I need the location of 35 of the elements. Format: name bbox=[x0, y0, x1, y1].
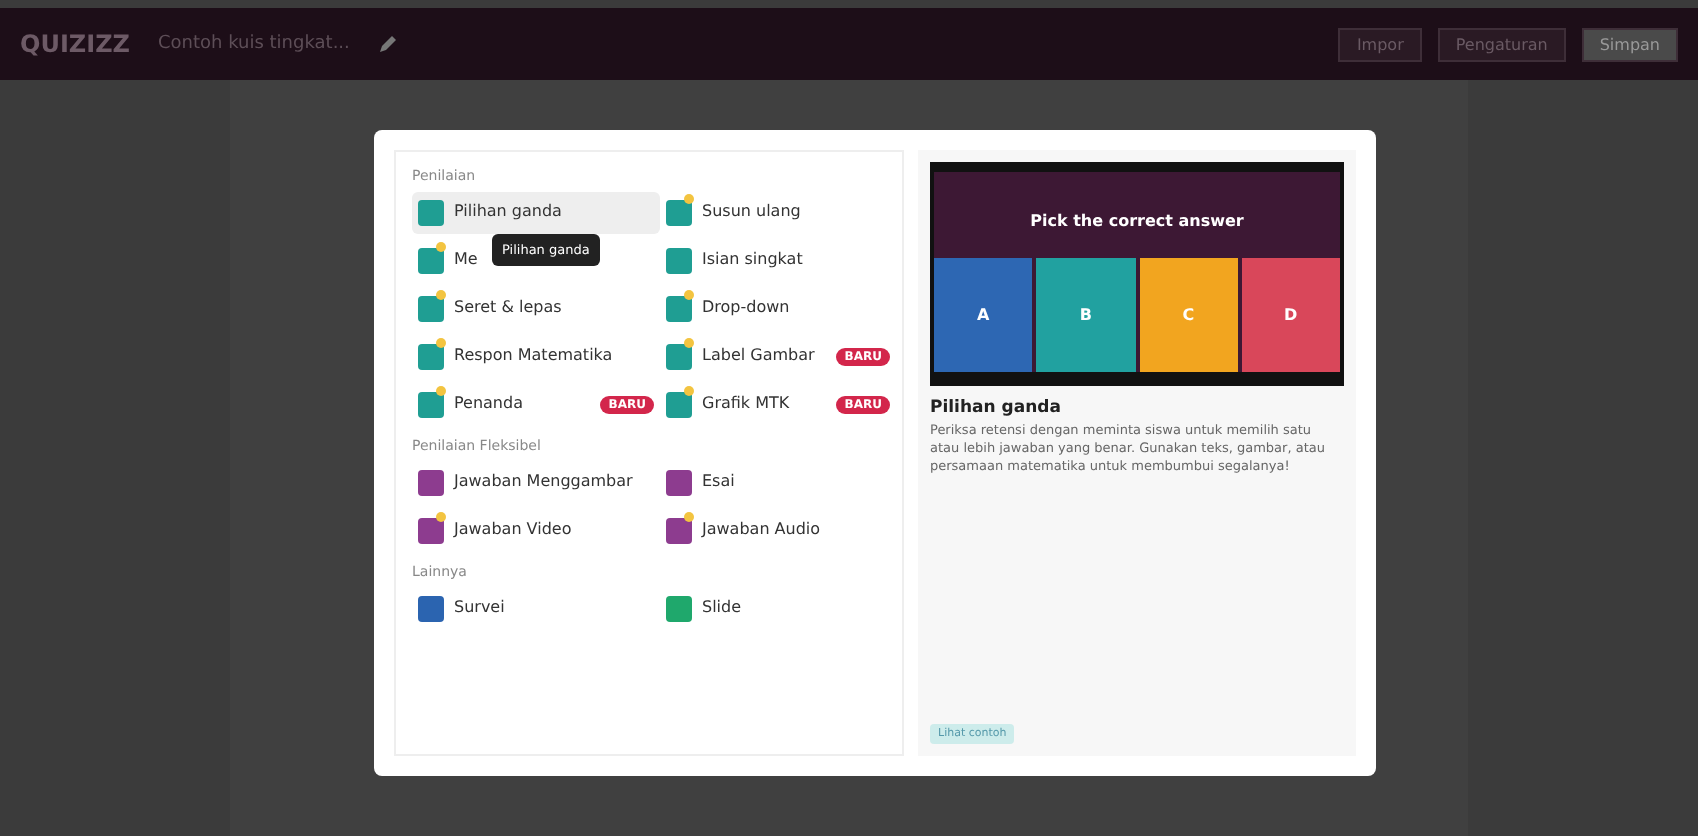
preview-title: Pilihan ganda bbox=[930, 398, 1063, 418]
question-type-item[interactable]: Jawaban Video bbox=[412, 510, 660, 552]
answer-option: B bbox=[1036, 258, 1135, 372]
question-type-item[interactable]: Respon Matematika bbox=[412, 336, 660, 378]
question-type-item[interactable]: Seret & lepas bbox=[412, 288, 660, 330]
question-type-label: Susun ulang bbox=[702, 202, 801, 224]
question-type-item[interactable]: Susun ulang bbox=[660, 192, 896, 234]
question-type-item[interactable]: Isian singkat bbox=[660, 240, 896, 282]
question-type-label: Label Gambar bbox=[702, 346, 815, 368]
question-type-item[interactable]: Jawaban Audio bbox=[660, 510, 896, 552]
question-type-label: Drop-down bbox=[702, 298, 790, 320]
question-type-label: Jawaban Video bbox=[454, 520, 572, 542]
question-type-label: Esai bbox=[702, 472, 735, 494]
question-type-label: Me bbox=[454, 250, 478, 272]
question-type-item[interactable]: Slide bbox=[660, 588, 896, 630]
question-type-label: Pilihan ganda bbox=[454, 202, 562, 224]
question-type-label: Respon Matematika bbox=[454, 346, 613, 368]
question-type-label: Survei bbox=[454, 598, 505, 620]
answer-option: A bbox=[934, 258, 1033, 372]
question-type-item[interactable]: Jawaban Menggambar bbox=[412, 462, 660, 504]
question-type-label: Jawaban Audio bbox=[702, 520, 821, 542]
question-type-label: Slide bbox=[702, 598, 742, 620]
question-type-item[interactable]: Esai bbox=[660, 462, 896, 504]
question-type-item[interactable]: Pilihan ganda bbox=[412, 192, 660, 234]
question-type-label: Grafik MTK bbox=[702, 394, 790, 416]
question-type-label: Isian singkat bbox=[702, 250, 803, 272]
answer-option: C bbox=[1139, 258, 1238, 372]
question-type-label: Seret & lepas bbox=[454, 298, 562, 320]
preview-question: Pick the correct answer bbox=[1028, 210, 1246, 234]
question-type-item[interactable]: Survei bbox=[412, 588, 660, 630]
question-type-item[interactable]: Drop-down bbox=[660, 288, 896, 330]
answer-option: D bbox=[1241, 258, 1340, 372]
pencil-icon[interactable] bbox=[377, 34, 398, 54]
question-type-label: Penanda bbox=[454, 394, 523, 416]
question-type-label: Jawaban Menggambar bbox=[454, 472, 633, 494]
